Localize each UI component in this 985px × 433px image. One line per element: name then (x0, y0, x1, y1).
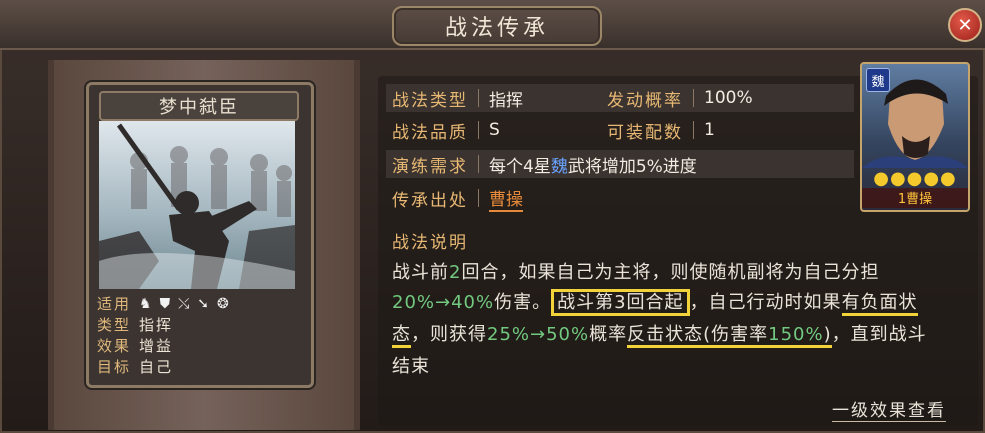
req-label: 演练需求 (392, 156, 468, 177)
meta-type-row: 类型 指挥 (97, 314, 303, 335)
desc-text: ，则获得 (411, 324, 487, 345)
equip-label: 可装配数 (607, 122, 683, 143)
level-effect-link[interactable]: 一级效果查看 (832, 396, 946, 422)
req-value-a: 每个4星 (489, 156, 551, 177)
desc-green-text: 20%→40% (392, 292, 495, 313)
meta-key: 适用 (97, 295, 132, 313)
quality-label: 战法品质 (392, 122, 468, 143)
type-label: 战法类型 (392, 90, 468, 111)
source-label: 传承出处 (392, 190, 468, 211)
req-value-faction: 魏 (550, 156, 568, 177)
meta-usage-row: 适用 ♞ ⛊ ⤯ ➘ ❂ (97, 293, 303, 314)
wheel-icon: ❂ (217, 295, 229, 312)
info-row-requirement: 演练需求 每个4星 魏 武将增加5%进度 (386, 150, 854, 178)
desc-underlined-text: 反击状态(伤害率 (627, 324, 769, 348)
tactic-name: 梦中弑臣 (99, 91, 299, 121)
desc-green-text: 25%→50% (487, 324, 590, 345)
star-rating: ●●●●● (873, 168, 957, 189)
desc-green-underlined-text: 150% (768, 324, 824, 348)
desc-green-text: 2 (449, 262, 462, 283)
description-title: 战法说明 (392, 233, 468, 253)
close-button[interactable]: ✕ (948, 8, 982, 42)
hero-face-image (862, 79, 968, 168)
info-row-quality: 战法品质 S 可装配数 1 (386, 116, 854, 144)
dialog-title: 战法传承 (392, 6, 602, 46)
divider (478, 189, 479, 207)
divider (478, 89, 479, 107)
source-link[interactable]: 曹操 (489, 185, 523, 212)
divider (478, 155, 479, 173)
cavalry-icon: ♞ (139, 295, 152, 312)
equip-value: 1 (704, 120, 715, 140)
prob-label: 发动概率 (607, 90, 683, 111)
meta-value: 增益 (139, 337, 174, 355)
desc-text: 概率 (589, 324, 628, 345)
info-row-type: 战法类型 指挥 发动概率 100% (386, 84, 854, 112)
desc-text: 回合，如果自己为主将，则使随机副将为自己分担 (461, 262, 880, 283)
info-row-source: 传承出处 曹操 (386, 184, 854, 212)
desc-underlined-text: 有负面状 (841, 292, 918, 316)
desc-text: 伤害。 (494, 292, 552, 313)
description-line-1: 战斗前2回合，如果自己为主将，则使随机副将为自己分担 (392, 258, 879, 284)
tactic-artwork (99, 121, 295, 289)
desc-boxed-text: 战斗第3回合起 (551, 289, 690, 316)
desc-underlined-text: ) (823, 324, 832, 348)
meta-key: 目标 (97, 358, 132, 376)
usage-icons: ♞ ⛊ ⤯ ➘ ❂ (139, 296, 229, 312)
meta-key: 效果 (97, 337, 132, 355)
description-line-3: 态，则获得25%→50%概率反击状态(伤害率150%)，直到战斗 (392, 320, 927, 348)
hero-portrait[interactable]: 魏 ●●●●● 1曹操 (860, 62, 970, 212)
divider (478, 121, 479, 139)
description-line-4: 结束 (392, 356, 430, 377)
meta-value: 指挥 (139, 316, 174, 334)
divider (693, 89, 694, 107)
meta-value: 自己 (139, 358, 174, 376)
meta-key: 类型 (97, 316, 132, 334)
type-value: 指挥 (489, 90, 523, 111)
battle-silhouette-image (99, 123, 295, 289)
req-value-b: 武将增加5%进度 (567, 156, 697, 177)
desc-text: ，直到战斗 (831, 324, 927, 345)
hero-name: 1曹操 (862, 188, 968, 208)
desc-text: ，自己行动时如果 (689, 292, 842, 313)
description-line-2: 20%→40%伤害。 战斗第3回合起 ，自己行动时如果有负面状 (392, 288, 918, 316)
quality-value: S (489, 120, 500, 140)
desc-text: 战斗前 (392, 262, 449, 283)
desc-underlined-text: 态 (392, 324, 411, 348)
archer-icon: ⤯ (178, 295, 190, 312)
meta-target-row: 目标 自己 (97, 356, 303, 377)
meta-effect-row: 效果 增益 (97, 335, 303, 356)
prob-value: 100% (704, 88, 753, 108)
spear-icon: ➘ (197, 295, 209, 312)
divider (693, 121, 694, 139)
tactic-meta: 适用 ♞ ⛊ ⤯ ➘ ❂ 类型 指挥 效果 增益 目标 自己 (97, 293, 303, 377)
close-icon: ✕ (957, 14, 973, 36)
shield-icon: ⛊ (159, 295, 171, 312)
tactic-card: 梦中弑臣 适用 ♞ ⛊ ⤯ ➘ ❂ 类型 指挥 效果 增益 目标 自己 (86, 82, 314, 388)
